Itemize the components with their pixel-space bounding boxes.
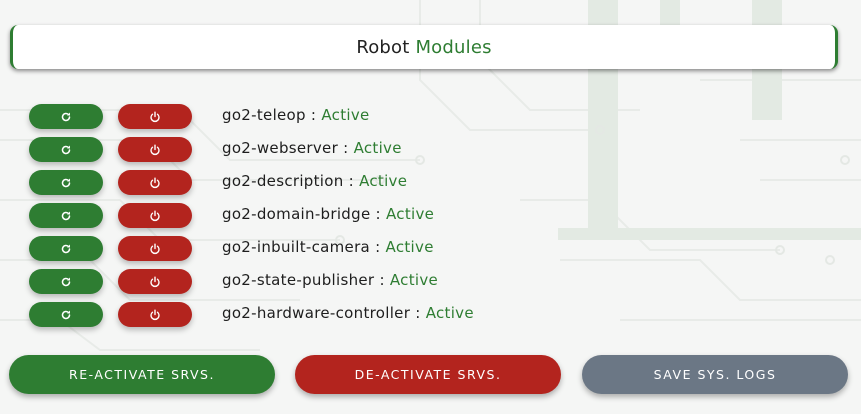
power-icon	[150, 144, 160, 155]
module-label: go2-inbuilt-camera : Active	[222, 238, 434, 256]
refresh-icon	[61, 277, 71, 286]
module-status: Active	[321, 106, 370, 124]
power-button[interactable]	[118, 137, 192, 162]
power-button[interactable]	[118, 170, 192, 195]
module-status: Active	[353, 139, 402, 157]
module-status: Active	[389, 271, 439, 289]
restart-button[interactable]	[29, 203, 103, 228]
module-name: go2-teleop	[222, 106, 306, 124]
power-button[interactable]	[118, 302, 192, 327]
separator: :	[370, 205, 386, 223]
module-label: go2-hardware-controller : Active	[222, 304, 474, 322]
module-status: Active	[425, 304, 474, 322]
power-icon	[150, 276, 160, 287]
module-row: go2-teleop : Active	[0, 103, 861, 129]
module-label: go2-webserver : Active	[222, 139, 402, 157]
refresh-icon	[61, 310, 71, 319]
refresh-icon	[61, 178, 71, 187]
module-status: Active	[359, 172, 408, 190]
module-name: go2-domain-bridge	[222, 205, 371, 223]
power-icon	[150, 111, 160, 122]
module-name: go2-hardware-controller	[222, 304, 411, 322]
power-button[interactable]	[118, 269, 192, 294]
module-row: go2-state-publisher : Active	[0, 268, 861, 294]
separator: :	[374, 271, 390, 289]
restart-button[interactable]	[29, 170, 103, 195]
power-icon	[150, 309, 160, 320]
deactivate-services-button[interactable]: DE-ACTIVATE SRVS.	[295, 355, 561, 394]
module-row: go2-hardware-controller : Active	[0, 301, 861, 327]
separator: :	[370, 238, 386, 256]
restart-button[interactable]	[29, 137, 103, 162]
restart-button[interactable]	[29, 302, 103, 327]
reactivate-services-button[interactable]: RE-ACTIVATE SRVS.	[9, 355, 275, 394]
save-logs-button[interactable]: SAVE SYS. LOGS	[582, 355, 848, 394]
module-name: go2-inbuilt-camera	[222, 238, 371, 256]
refresh-icon	[61, 112, 71, 121]
module-label: go2-domain-bridge : Active	[222, 205, 434, 223]
module-row: go2-domain-bridge : Active	[0, 202, 861, 228]
power-button[interactable]	[118, 236, 192, 261]
restart-button[interactable]	[29, 269, 103, 294]
module-list: go2-teleop : Active go2-webserver : Acti…	[0, 0, 861, 414]
separator: :	[343, 172, 360, 190]
power-icon	[150, 177, 160, 188]
module-status: Active	[385, 238, 434, 256]
module-label: go2-teleop : Active	[222, 106, 370, 124]
separator: :	[410, 304, 426, 322]
module-name: go2-description	[222, 172, 344, 190]
restart-button[interactable]	[29, 236, 103, 261]
module-name: go2-state-publisher	[222, 271, 375, 289]
module-label: go2-description : Active	[222, 172, 407, 190]
module-name: go2-webserver	[222, 139, 339, 157]
refresh-icon	[61, 145, 71, 154]
module-label: go2-state-publisher : Active	[222, 271, 438, 289]
module-status: Active	[385, 205, 435, 223]
module-row: go2-inbuilt-camera : Active	[0, 235, 861, 261]
separator: :	[338, 139, 354, 157]
restart-button[interactable]	[29, 104, 103, 129]
power-icon	[150, 243, 160, 254]
refresh-icon	[61, 211, 71, 220]
module-row: go2-webserver : Active	[0, 136, 861, 162]
power-icon	[150, 210, 160, 221]
power-button[interactable]	[118, 104, 192, 129]
module-row: go2-description : Active	[0, 169, 861, 195]
refresh-icon	[61, 244, 71, 253]
separator: :	[305, 106, 322, 124]
power-button[interactable]	[118, 203, 192, 228]
